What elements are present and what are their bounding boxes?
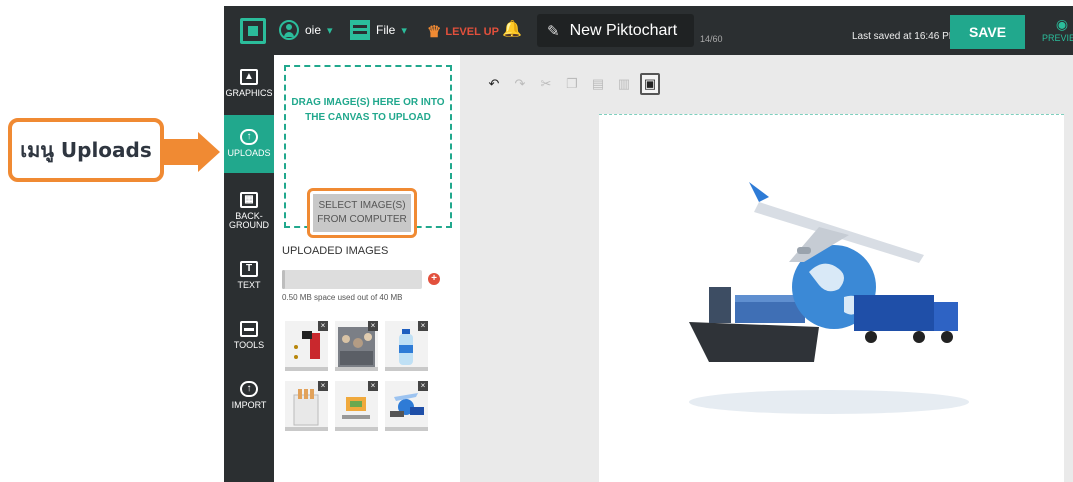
save-button[interactable]: SAVE: [950, 15, 1025, 49]
user-menu[interactable]: oie ▾: [279, 20, 333, 40]
preview-button[interactable]: ◉ PREVIEW: [1042, 16, 1073, 43]
file-icon: [350, 20, 370, 40]
file-menu[interactable]: File ▾: [350, 20, 407, 40]
uploaded-thumbnail[interactable]: ×: [335, 381, 378, 431]
arrange-icon[interactable]: ▣: [640, 73, 660, 95]
user-name: oie: [305, 23, 322, 37]
remove-icon[interactable]: ×: [368, 381, 378, 391]
remove-icon[interactable]: ×: [318, 321, 328, 331]
user-avatar-icon: [279, 20, 299, 40]
uploaded-thumbnail[interactable]: ×: [285, 381, 328, 431]
diagram-image: [342, 397, 370, 419]
crowd-image: [338, 327, 375, 367]
left-sidebar: ▲ GRAPHICS ↑ UPLOADS ▦ BACK- GROUND T TE…: [224, 55, 280, 482]
crown-icon: ♛: [427, 24, 442, 41]
select-images-button-highlight: SELECT IMAGE(S) FROM COMPUTER: [307, 188, 417, 238]
title-text: New Piktochart: [569, 21, 678, 39]
sidebar-item-label: BACK- GROUND: [229, 210, 269, 230]
sidebar-item-label: TOOLS: [233, 340, 265, 351]
cloud-import-icon: ↑: [240, 381, 258, 398]
dropzone-text: DRAG IMAGE(S) HERE OR INTO THE CANVAS TO…: [291, 97, 445, 123]
callout-label: เมนู Uploads: [20, 138, 152, 162]
uploaded-thumbnail[interactable]: ×: [385, 321, 428, 371]
eye-icon: ◉: [1055, 16, 1069, 32]
piktochart-editor: oie ▾ File ▾ ♛ LEVEL UP 🔔 ✎ New Piktocha…: [224, 6, 1073, 482]
cigarette-pack-image: [293, 389, 319, 426]
piktochart-logo-icon[interactable]: [240, 18, 266, 44]
cut-icon[interactable]: ✂: [536, 73, 556, 95]
pencil-icon: ✎: [547, 22, 560, 40]
redo-icon[interactable]: ↷: [510, 73, 530, 95]
callout-arrow: [164, 139, 202, 165]
fuel-nozzle-image: [294, 331, 320, 359]
paste-icon[interactable]: ▤: [588, 73, 608, 95]
sidebar-item-label: UPLOADS: [227, 148, 271, 159]
remove-icon[interactable]: ×: [418, 321, 428, 331]
remove-icon[interactable]: ×: [418, 381, 428, 391]
text-icon: T: [240, 261, 258, 278]
sidebar-item-text[interactable]: T TEXT: [224, 247, 274, 305]
top-bar: oie ▾ File ▾ ♛ LEVEL UP 🔔 ✎ New Piktocha…: [224, 6, 1073, 55]
uploaded-thumbnail[interactable]: ×: [385, 381, 428, 431]
remove-icon[interactable]: ×: [318, 381, 328, 391]
add-storage-icon[interactable]: +: [428, 273, 440, 285]
level-up-label: LEVEL UP: [445, 26, 499, 38]
uploads-menu-callout: เมนู Uploads: [8, 118, 164, 182]
preview-label: PREVIEW: [1042, 33, 1073, 43]
sidebar-item-background[interactable]: ▦ BACK- GROUND: [224, 180, 274, 242]
logistics-image: [390, 393, 424, 417]
remove-icon[interactable]: ×: [368, 321, 378, 331]
storage-progress-bar: [282, 270, 422, 289]
last-saved-status: Last saved at 16:46 PM: [852, 31, 958, 42]
chevron-down-icon: ▾: [327, 24, 333, 37]
logistics-illustration[interactable]: [679, 177, 979, 427]
image-icon: ▲: [240, 69, 258, 86]
sidebar-item-import[interactable]: ↑ IMPORT: [224, 367, 274, 425]
water-bottle-image: [399, 329, 413, 365]
sidebar-item-label: IMPORT: [231, 400, 267, 411]
undo-icon[interactable]: ↶: [484, 73, 504, 95]
canvas-toolbar: ↶ ↷ ✂ ❐ ▤ ▥ ▣: [484, 70, 660, 98]
screenshot: เมนู Uploads oie ▾ File ▾ ♛ LEVEL UP 🔔 ✎: [0, 0, 1073, 482]
space-used-text: 0.50 MB space used out of 40 MB: [282, 293, 403, 302]
cloud-upload-icon: ↑: [240, 129, 258, 146]
select-images-button[interactable]: SELECT IMAGE(S) FROM COMPUTER: [313, 194, 411, 232]
level-up-link[interactable]: ♛ LEVEL UP: [427, 22, 499, 42]
canvas-page[interactable]: [599, 114, 1064, 482]
uploaded-thumbnail[interactable]: ×: [285, 321, 328, 371]
uploaded-thumbnail[interactable]: ×: [335, 321, 378, 371]
tools-icon: ▬: [240, 321, 258, 338]
title-counter: 14/60: [700, 34, 723, 44]
uploads-panel: DRAG IMAGE(S) HERE OR INTO THE CANVAS TO…: [274, 55, 460, 482]
background-icon: ▦: [240, 191, 258, 208]
sidebar-item-label: TEXT: [237, 280, 261, 291]
file-label: File: [376, 23, 396, 37]
copy-icon[interactable]: ❐: [562, 73, 582, 95]
sidebar-item-tools[interactable]: ▬ TOOLS: [224, 307, 274, 365]
bell-icon[interactable]: 🔔: [502, 19, 522, 39]
chevron-down-icon: ▾: [401, 24, 407, 37]
callout-arrow-head: [198, 132, 220, 172]
uploaded-images-heading: UPLOADED IMAGES: [282, 245, 389, 257]
storage-progress-fill: [282, 270, 285, 289]
title-input[interactable]: ✎ New Piktochart: [537, 14, 694, 47]
delete-icon[interactable]: ▥: [614, 73, 634, 95]
sidebar-item-uploads[interactable]: ↑ UPLOADS: [224, 115, 280, 173]
sidebar-item-label: GRAPHICS: [225, 88, 273, 99]
sidebar-item-graphics[interactable]: ▲ GRAPHICS: [224, 55, 274, 113]
